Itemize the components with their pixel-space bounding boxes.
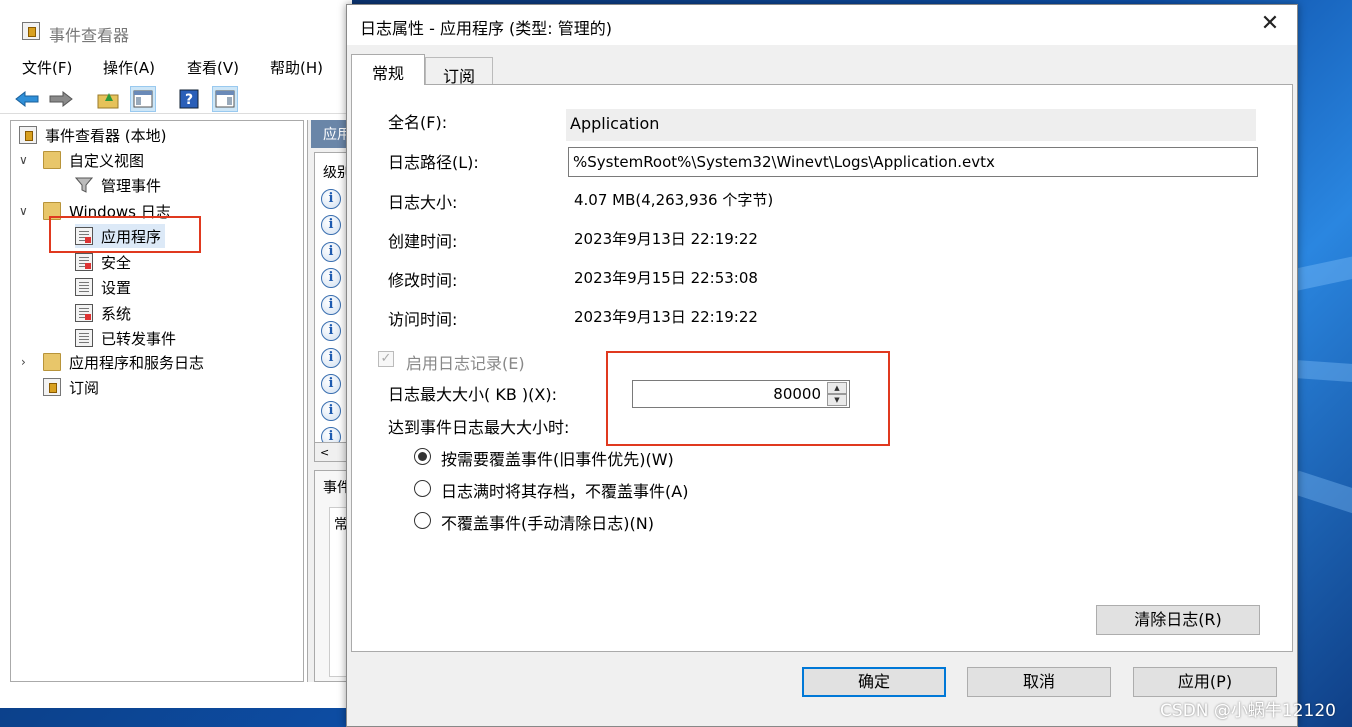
help-icon[interactable]: ? — [176, 86, 202, 112]
accessed-value: 2023年9月13日 22:19:22 — [574, 308, 758, 326]
created-label: 创建时间: — [388, 232, 458, 251]
highlight-box-max-size — [606, 351, 890, 446]
tree-label: 应用程序和服务日志 — [69, 353, 205, 372]
tree-label: 已转发事件 — [101, 329, 177, 348]
full-name-value: Application — [570, 114, 660, 133]
info-icon[interactable]: i — [321, 401, 341, 421]
tree-item-root[interactable]: 事件查看器 (本地) — [19, 123, 166, 147]
info-icon[interactable]: i — [321, 268, 341, 288]
log-icon — [75, 329, 93, 347]
tree-label: 订阅 — [69, 378, 100, 397]
log-icon — [75, 253, 93, 271]
log-size-label: 日志大小: — [388, 193, 458, 212]
tree-item-subscriptions[interactable]: 订阅 — [43, 375, 99, 399]
tree-label: 管理事件 — [101, 176, 162, 195]
event-viewer-app-icon — [22, 22, 40, 40]
menu-view[interactable]: 查看(V) — [187, 57, 239, 78]
forward-arrow-icon[interactable] — [48, 86, 74, 112]
subscription-icon — [43, 378, 61, 396]
tree-label: 事件查看器 (本地) — [45, 126, 167, 145]
menu-bar: 文件(F) 操作(A) 查看(V) 帮助(H) — [0, 55, 352, 81]
show-hide-tree-icon[interactable] — [130, 86, 156, 112]
cancel-button[interactable]: 取消 — [967, 667, 1111, 697]
info-icon[interactable]: i — [321, 321, 341, 341]
full-name-label: 全名(F): — [388, 113, 448, 132]
info-icon[interactable]: i — [321, 215, 341, 235]
tab-general[interactable]: 常规 — [351, 54, 425, 85]
show-action-pane-icon[interactable] — [212, 86, 238, 112]
tree-label: 系统 — [101, 304, 132, 323]
info-icon[interactable]: i — [321, 348, 341, 368]
info-icon[interactable]: i — [321, 374, 341, 394]
tree-item-setup[interactable]: 设置 — [75, 275, 131, 299]
info-icon[interactable]: i — [321, 242, 341, 262]
full-name-value-box: Application — [566, 109, 1256, 141]
close-icon[interactable]: ✕ — [1253, 9, 1287, 41]
info-icon[interactable]: i — [321, 295, 341, 315]
info-icon[interactable]: i — [321, 189, 341, 209]
log-path-field[interactable] — [568, 147, 1258, 177]
modified-label: 修改时间: — [388, 271, 458, 290]
tree-item-system[interactable]: 系统 — [75, 301, 131, 325]
tree-label: 自定义视图 — [69, 151, 145, 170]
enable-logging-checkbox[interactable]: ✓ — [378, 351, 394, 367]
navigation-tree: 事件查看器 (本地) ∨ 自定义视图 管理事件 ∨ Windows 日志 应用程… — [10, 120, 304, 682]
general-tab-panel: 全名(F): Application 日志路径(L): 日志大小: 4.07 M… — [351, 84, 1293, 652]
tree-item-security[interactable]: 安全 — [75, 250, 131, 274]
clear-log-button[interactable]: 清除日志(R) — [1096, 605, 1260, 635]
tree-item-app-service-logs[interactable]: 应用程序和服务日志 — [43, 350, 204, 374]
do-not-overwrite-radio[interactable] — [414, 512, 431, 529]
desktop-light-ray — [1291, 470, 1352, 537]
chevron-right-icon[interactable]: › — [21, 355, 26, 369]
max-size-label: 日志最大大小( KB )(X): — [388, 385, 557, 404]
up-folder-icon[interactable] — [95, 86, 121, 112]
apply-button[interactable]: 应用(P) — [1133, 667, 1277, 697]
overwrite-radio[interactable] — [414, 448, 431, 465]
back-arrow-icon[interactable] — [14, 86, 40, 112]
log-icon — [75, 278, 93, 296]
event-viewer-title: 事件查看器 — [49, 26, 130, 45]
svg-text:?: ? — [185, 92, 193, 108]
event-viewer-window: 事件查看器 文件(F) 操作(A) 查看(V) 帮助(H) ? 事件查看器 (本… — [0, 0, 355, 708]
toolbar: ? — [0, 84, 352, 114]
event-viewer-titlebar: 事件查看器 — [0, 0, 352, 52]
dialog-title: 日志属性 - 应用程序 (类型: 管理的) — [360, 19, 612, 38]
folder-icon — [43, 353, 61, 371]
dialog-titlebar: 日志属性 - 应用程序 (类型: 管理的) ✕ — [347, 5, 1297, 45]
log-icon — [75, 304, 93, 322]
tree-item-admin-events[interactable]: 管理事件 — [74, 173, 162, 197]
filter-icon — [74, 176, 94, 194]
when-max-reached-label: 达到事件日志最大大小时: — [388, 418, 570, 437]
event-viewer-icon — [19, 126, 37, 144]
modified-value: 2023年9月15日 22:53:08 — [574, 269, 758, 287]
enable-logging-label: 启用日志记录(E) — [406, 354, 525, 373]
tab-subscriptions[interactable]: 订阅 — [425, 57, 493, 86]
chevron-down-icon[interactable]: ∨ — [19, 153, 28, 167]
menu-help[interactable]: 帮助(H) — [270, 57, 323, 78]
menu-file[interactable]: 文件(F) — [22, 57, 72, 78]
chevron-down-icon[interactable]: ∨ — [19, 204, 28, 218]
desktop-light-ray — [1294, 360, 1352, 388]
folder-icon — [43, 151, 61, 169]
tree-item-custom-views[interactable]: 自定义视图 — [43, 148, 144, 172]
ok-button[interactable]: 确定 — [802, 667, 946, 697]
log-size-value: 4.07 MB(4,263,936 个字节) — [574, 191, 774, 209]
archive-label[interactable]: 日志满时将其存档，不覆盖事件(A) — [441, 478, 688, 502]
created-value: 2023年9月13日 22:19:22 — [574, 230, 758, 248]
log-properties-dialog: 日志属性 - 应用程序 (类型: 管理的) ✕ 常规 订阅 全名(F): App… — [346, 4, 1298, 727]
do-not-overwrite-label[interactable]: 不覆盖事件(手动清除日志)(N) — [441, 510, 654, 534]
tree-item-forwarded-events[interactable]: 已转发事件 — [75, 326, 176, 350]
accessed-label: 访问时间: — [388, 310, 458, 329]
watermark: CSDN @小蜗牛12120 — [1160, 701, 1336, 721]
tree-label: 安全 — [101, 253, 132, 272]
menu-action[interactable]: 操作(A) — [103, 57, 155, 78]
archive-radio[interactable] — [414, 480, 431, 497]
overwrite-label[interactable]: 按需要覆盖事件(旧事件优先)(W) — [441, 446, 674, 470]
highlight-box-application — [49, 216, 201, 253]
log-path-label: 日志路径(L): — [388, 153, 479, 172]
tree-label: 设置 — [101, 278, 132, 297]
